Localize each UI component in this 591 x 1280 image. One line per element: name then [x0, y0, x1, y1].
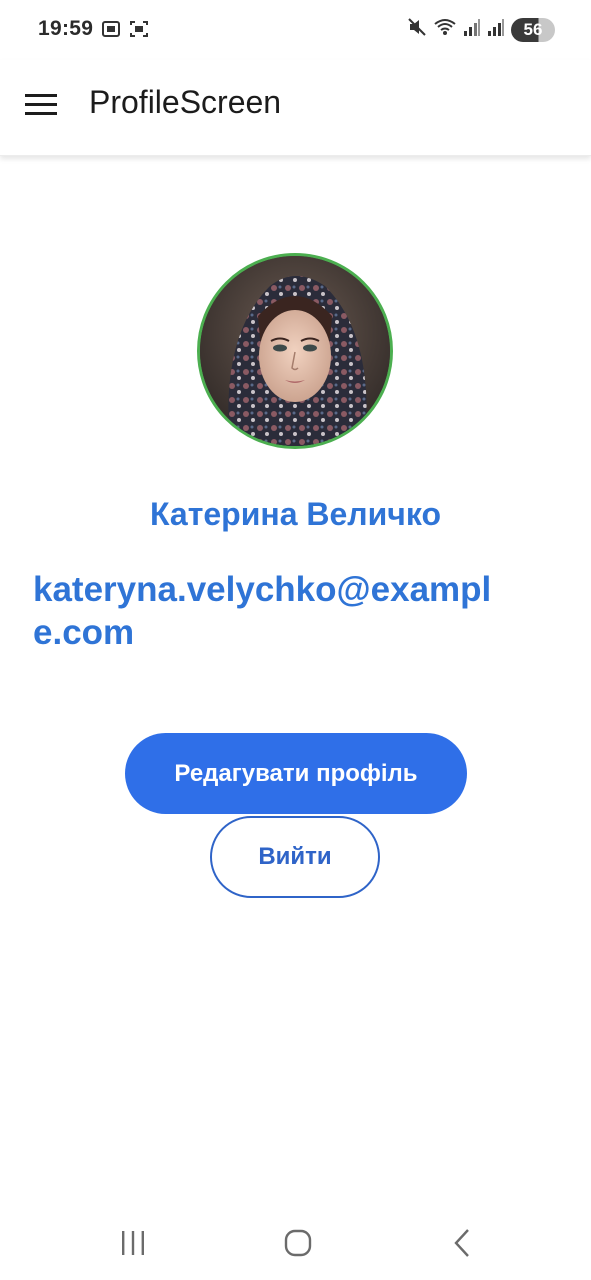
app-bar: ProfileScreen — [0, 60, 591, 156]
battery-level: 56 — [523, 19, 543, 39]
system-nav-bar — [0, 1205, 591, 1280]
screen-capture-icon — [129, 19, 149, 44]
home-icon[interactable] — [278, 1223, 318, 1263]
edit-profile-button[interactable]: Редагувати профіль — [125, 733, 467, 814]
battery-icon: 56 — [511, 17, 555, 42]
back-icon[interactable] — [443, 1223, 483, 1263]
edit-profile-label: Редагувати профіль — [174, 759, 418, 787]
mute-icon — [407, 17, 427, 42]
status-right-icons: 56 — [407, 17, 555, 42]
logout-button[interactable]: Вийти — [210, 816, 380, 898]
wifi-icon — [433, 17, 457, 42]
signal-icon-2 — [487, 17, 505, 42]
profile-screen: 19:59 56 ProfileScreen Катерина Величко … — [0, 0, 591, 1280]
hamburger-menu-icon[interactable] — [18, 82, 64, 128]
logout-label: Вийти — [258, 843, 332, 870]
avatar-image — [200, 256, 390, 446]
status-left-icons — [101, 19, 149, 44]
status-time: 19:59 — [38, 17, 94, 40]
profile-name: Катерина Величко — [149, 496, 442, 532]
page-title: ProfileScreen — [89, 84, 282, 120]
avatar — [197, 253, 393, 449]
profile-email: kateryna.velychko@example.com — [33, 570, 492, 652]
recent-apps-icon[interactable] — [113, 1223, 153, 1263]
signal-icon — [463, 17, 481, 42]
status-bar: 19:59 56 — [0, 0, 591, 60]
screenshot-icon — [101, 19, 121, 44]
